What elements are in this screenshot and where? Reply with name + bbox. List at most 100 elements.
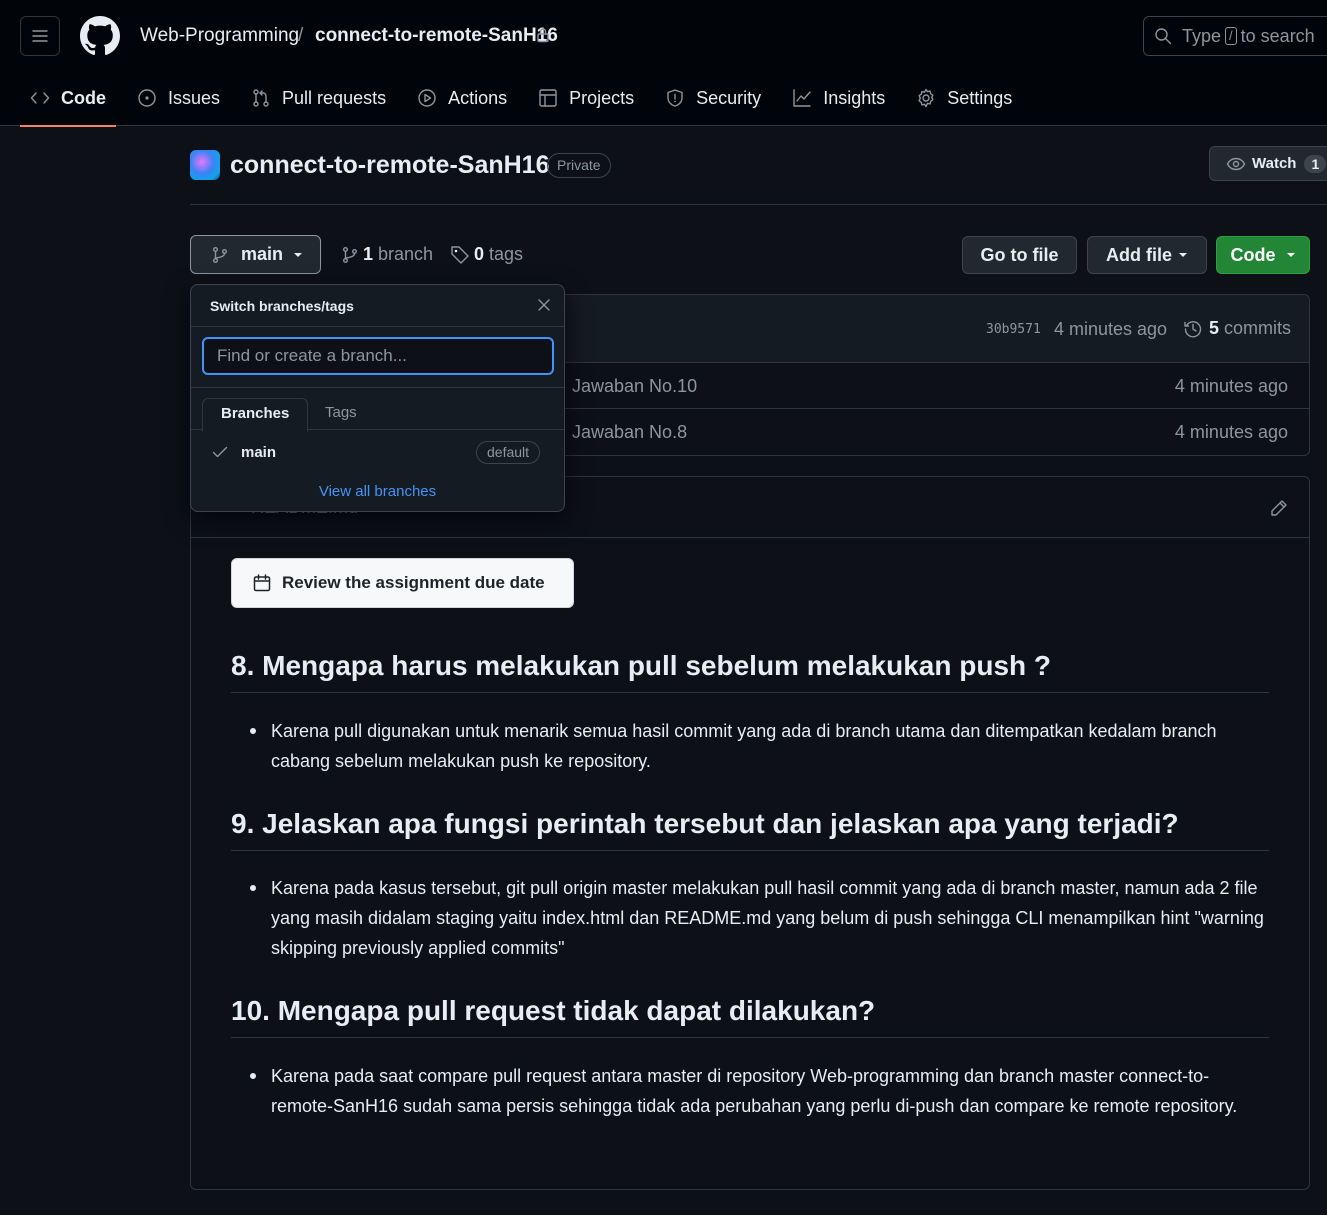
add-file-label: Add file: [1106, 244, 1172, 265]
lock-icon: [537, 28, 549, 43]
search-icon: [1155, 28, 1172, 45]
tab-pull-requests-label: Pull requests: [282, 87, 387, 108]
visibility-badge: Private: [547, 153, 611, 178]
tab-settings-label: Settings: [947, 87, 1013, 108]
search-suffix: to search: [1240, 25, 1315, 46]
tag-count-label: tags: [489, 244, 524, 264]
calendar-icon: [253, 574, 271, 592]
table-icon: [539, 89, 557, 107]
tab-security[interactable]: Security: [655, 70, 771, 126]
current-branch-label: main: [241, 244, 284, 264]
github-logo-icon[interactable]: [80, 16, 120, 56]
tab-insights-label: Insights: [823, 87, 886, 108]
repo-title[interactable]: connect-to-remote-SanH16: [230, 151, 550, 180]
repo-avatar: [190, 150, 220, 180]
gear-icon: [918, 88, 934, 108]
tab-pull-requests[interactable]: Pull requests: [241, 70, 396, 126]
tab-issues[interactable]: Issues: [127, 70, 230, 126]
tab-projects-label: Projects: [569, 87, 635, 108]
branch-select-button[interactable]: main: [190, 235, 321, 274]
eye-icon: [1226, 157, 1246, 170]
file-commit-message[interactable]: Jawaban No.8: [572, 422, 687, 443]
code-button[interactable]: Code: [1216, 236, 1310, 274]
branch-option[interactable]: main default: [191, 437, 564, 469]
branch-icon: [343, 246, 357, 263]
branch-count: 1: [363, 244, 374, 264]
close-icon[interactable]: [537, 298, 551, 312]
tab-issues-label: Issues: [168, 87, 221, 108]
watch-button[interactable]: Watch 1: [1209, 146, 1327, 181]
search-prefix: Type: [1182, 25, 1222, 46]
search-input[interactable]: Type / to search: [1143, 16, 1327, 56]
breadcrumb-owner[interactable]: Web-Programming: [140, 25, 299, 47]
readme-heading: 8. Mengapa harus melakukan pull sebelum …: [231, 650, 1269, 693]
dropdown-header: Switch branches/tags: [191, 285, 564, 327]
dropdown-tabs: Branches Tags: [191, 387, 564, 432]
review-due-date-button[interactable]: Review the assignment due date: [231, 558, 574, 608]
tab-actions[interactable]: Actions: [407, 70, 517, 126]
tab-projects[interactable]: Projects: [528, 70, 644, 126]
tag-icon: [451, 245, 469, 264]
view-all-branches-link[interactable]: View all branches: [191, 483, 564, 500]
watch-count: 1: [1304, 154, 1327, 173]
tab-tags[interactable]: Tags: [307, 398, 375, 432]
tab-insights[interactable]: Insights: [782, 70, 895, 126]
tab-settings[interactable]: Settings: [906, 70, 1022, 126]
tab-code[interactable]: Code: [20, 70, 116, 127]
commit-count-label: commits: [1224, 318, 1292, 338]
tag-count: 0: [474, 244, 485, 264]
title-divider: [190, 204, 1327, 205]
chevron-down-icon: [1179, 253, 1187, 257]
breadcrumb-separator: /: [298, 25, 304, 46]
branch-search-input[interactable]: [202, 337, 554, 375]
play-icon: [418, 89, 436, 107]
readme-panel: README.md Review the assignment due date…: [190, 476, 1310, 1190]
shield-icon: [667, 89, 683, 107]
code-icon: [30, 92, 50, 104]
search-shortcut-key: /: [1225, 27, 1237, 45]
commit-count: 5: [1209, 318, 1220, 338]
chevron-down-icon: [1286, 253, 1295, 257]
history-icon: [1184, 320, 1202, 337]
go-to-file-label: Go to file: [980, 244, 1059, 265]
chevron-down-icon: [294, 252, 303, 257]
global-header: Web-Programming / connect-to-remote-SanH…: [0, 0, 1327, 127]
tab-actions-label: Actions: [448, 87, 508, 108]
issue-icon: [138, 89, 156, 107]
review-due-date-label: Review the assignment due date: [282, 573, 545, 592]
file-commit-age: 4 minutes ago: [1174, 422, 1288, 442]
tab-branches[interactable]: Branches: [202, 398, 309, 432]
commit-sha[interactable]: 30b9571: [986, 322, 1041, 337]
repo-nav: Code Issues Pull requests Actions Projec…: [20, 70, 1033, 127]
commits-link[interactable]: 5 commits: [1183, 318, 1291, 339]
check-icon: [212, 446, 228, 458]
pencil-icon[interactable]: [1269, 498, 1289, 518]
menu-button[interactable]: [20, 16, 60, 56]
branch-dropdown: Switch branches/tags Branches Tags main …: [190, 284, 565, 512]
branch-option-name: main: [241, 444, 277, 461]
commit-time: 4 minutes ago: [1054, 319, 1168, 339]
pull-request-icon: [253, 89, 269, 107]
tags-link[interactable]: 0 tags: [450, 244, 523, 265]
default-badge: default: [476, 441, 541, 464]
breadcrumb-repo[interactable]: connect-to-remote-SanH16: [315, 25, 558, 47]
branches-link[interactable]: 1 branch: [341, 244, 433, 265]
tab-security-label: Security: [696, 87, 762, 108]
readme-list-item: Karena pull digunakan untuk menarik semu…: [250, 716, 1266, 776]
file-commit-age: 4 minutes ago: [1174, 376, 1288, 396]
branch-icon: [213, 246, 227, 263]
add-file-button[interactable]: Add file: [1087, 236, 1207, 274]
readme-list-item: Karena pada saat compare pull request an…: [250, 1061, 1266, 1121]
hamburger-icon: [32, 30, 48, 42]
tab-code-label: Code: [61, 87, 106, 108]
readme-list-item: Karena pada kasus tersebut, git pull ori…: [250, 873, 1266, 963]
readme-heading: 9. Jelaskan apa fungsi perintah tersebut…: [231, 808, 1269, 851]
readme-heading: 10. Mengapa pull request tidak dapat dil…: [231, 995, 1269, 1038]
graph-icon: [793, 89, 811, 107]
watch-label: Watch: [1252, 155, 1297, 172]
code-button-label: Code: [1230, 244, 1276, 265]
branch-count-label: branch: [378, 244, 434, 264]
go-to-file-button[interactable]: Go to file: [962, 236, 1077, 274]
dropdown-title: Switch branches/tags: [210, 298, 354, 314]
file-commit-message[interactable]: Jawaban No.10: [572, 376, 697, 397]
